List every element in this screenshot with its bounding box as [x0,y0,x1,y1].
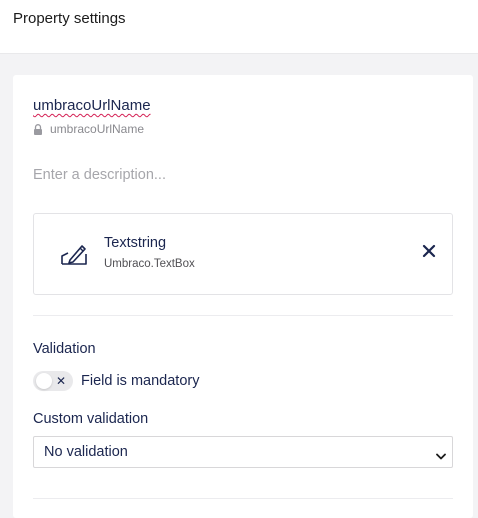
section-divider [33,315,453,316]
custom-validation-value: No validation [44,444,128,460]
property-editor-card[interactable]: Textstring Umbraco.TextBox [33,213,453,295]
validation-heading: Validation [33,341,96,357]
pencil-icon [59,241,89,267]
custom-validation-select[interactable]: No validation [33,436,453,468]
custom-validation-label: Custom validation [33,411,149,427]
section-divider [33,498,453,499]
chevron-down-icon [436,448,446,460]
toggle-knob [36,373,52,389]
mandatory-label: Field is mandatory [81,373,200,389]
property-name-input[interactable]: umbracoUrlName [33,97,151,114]
panel-header: Property settings [0,0,478,54]
panel-title: Property settings [13,10,126,27]
lock-icon[interactable] [33,123,43,135]
editor-name: Textstring [104,235,167,251]
editor-alias: Umbraco.TextBox [104,258,195,270]
close-icon[interactable] [422,244,436,258]
property-alias[interactable]: umbracoUrlName [33,122,144,136]
description-input[interactable]: Enter a description... [33,167,166,183]
close-icon: ✕ [55,374,66,388]
property-settings-card: umbracoUrlName umbracoUrlName Enter a de… [13,75,473,518]
property-alias-text: umbracoUrlName [50,122,145,136]
mandatory-toggle[interactable]: ✕ [33,371,73,391]
mandatory-toggle-row: ✕ Field is mandatory [33,371,199,391]
